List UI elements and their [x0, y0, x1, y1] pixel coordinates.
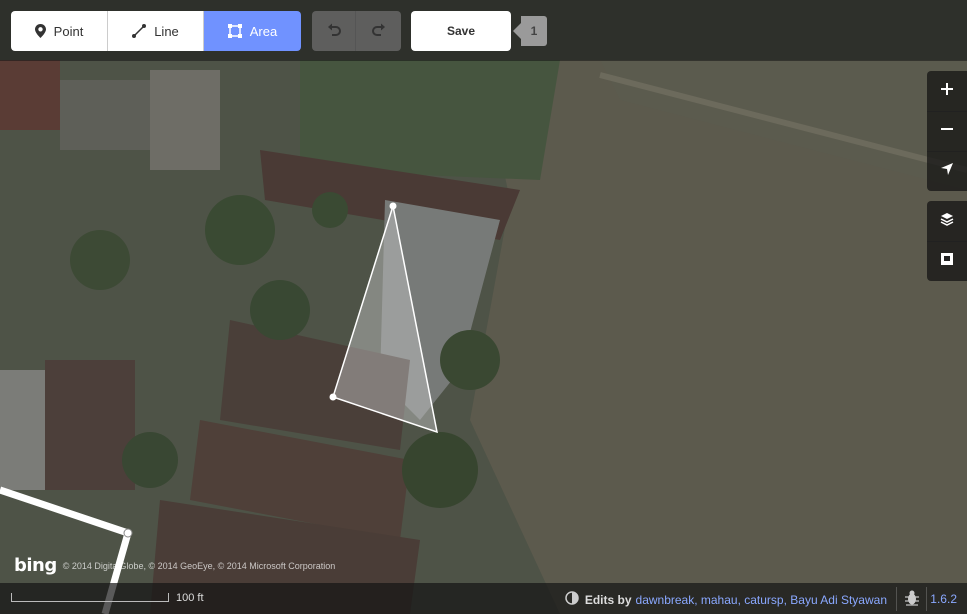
zoom-out-button[interactable]	[927, 111, 967, 152]
add-area-button[interactable]: Area	[204, 11, 301, 51]
undo-button[interactable]	[312, 11, 356, 51]
line-icon	[132, 24, 147, 38]
undo-icon	[327, 23, 341, 40]
bing-logo: bing	[14, 555, 57, 576]
map-data-button[interactable]	[927, 241, 967, 281]
layers-icon	[940, 212, 954, 231]
contributors: Edits by dawnbreak, mahau, catursp, Bayu…	[565, 591, 887, 608]
history-icon	[565, 591, 579, 608]
drawn-area[interactable]	[0, 0, 967, 614]
contributor-links[interactable]: dawnbreak, mahau, catursp, Bayu Adi Stya…	[636, 593, 887, 607]
area-vertex[interactable]	[329, 393, 337, 401]
edits-by-label: Edits by	[584, 592, 632, 607]
minus-icon	[941, 122, 953, 140]
attribution-text: © 2014 DigitalGlobe, © 2014 GeoEye, © 20…	[62, 560, 336, 571]
redo-icon	[371, 23, 386, 40]
plus-icon	[941, 82, 953, 100]
point-icon	[34, 24, 46, 38]
redo-button[interactable]	[356, 11, 401, 51]
footer-divider	[926, 587, 927, 611]
save-button[interactable]: Save	[411, 11, 511, 51]
version-link[interactable]: 1.6.2	[930, 592, 957, 606]
add-point-button[interactable]: Point	[11, 11, 108, 51]
location-arrow-icon	[941, 162, 953, 180]
map-canvas[interactable]	[0, 0, 967, 614]
bug-report-icon[interactable]	[903, 589, 921, 610]
point-label: Point	[53, 23, 84, 39]
zoom-in-button[interactable]	[927, 71, 967, 112]
footer-bar: 100 ft Edits by dawnbreak, mahau, caturs…	[0, 583, 967, 614]
scale-bar[interactable]	[11, 593, 169, 602]
area-label: Area	[249, 23, 278, 39]
imagery-attribution: bing © 2014 DigitalGlobe, © 2014 GeoEye,…	[14, 555, 335, 576]
edit-count-badge: 1	[513, 16, 547, 46]
area-icon	[227, 24, 242, 38]
footer-divider	[896, 587, 897, 611]
line-label: Line	[154, 23, 179, 39]
scale-label: 100 ft	[176, 592, 204, 604]
geolocate-button[interactable]	[927, 151, 967, 191]
map-data-icon	[941, 252, 953, 270]
add-line-button[interactable]: Line	[108, 11, 204, 51]
save-label: Save	[446, 24, 476, 38]
background-layers-button[interactable]	[927, 201, 967, 242]
top-toolbar: Point Line Area Save 1	[0, 0, 967, 61]
area-vertex[interactable]	[389, 202, 397, 210]
